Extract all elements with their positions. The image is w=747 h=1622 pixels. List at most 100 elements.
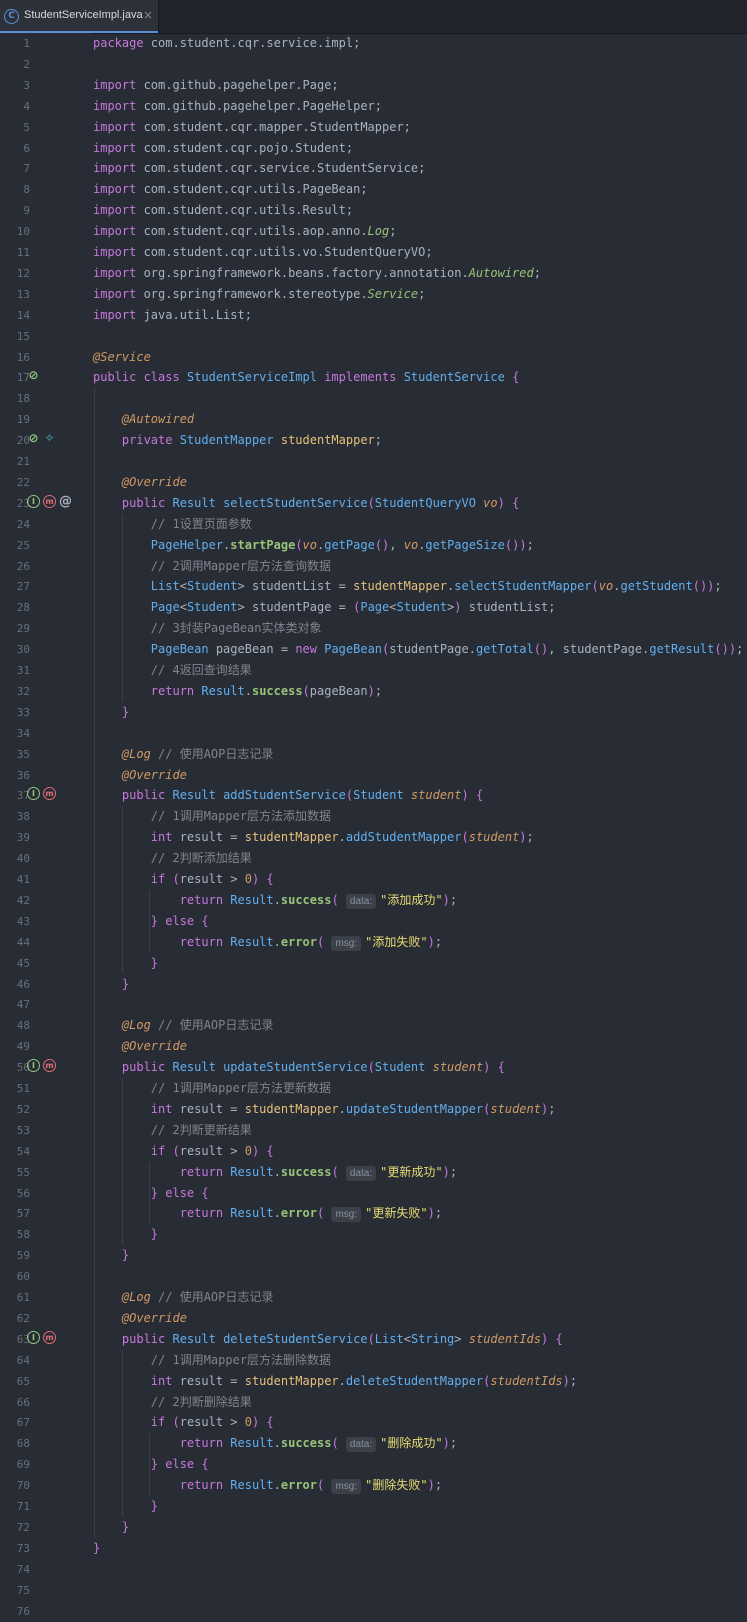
code-line[interactable]: 1 package com.student.cqr.service.impl;: [0, 33, 747, 54]
code-line[interactable]: 75: [0, 1580, 747, 1601]
code-line[interactable]: 16 @Service: [0, 347, 747, 368]
line-number: 14: [16, 308, 30, 322]
code-line[interactable]: 17 ⊘ public class StudentServiceImpl imple…: [0, 367, 747, 388]
code-token: String: [410, 1331, 455, 1346]
code-line[interactable]: 23 Im @ public Result selectStudentService…: [0, 493, 747, 514]
code-line[interactable]: 67 if (result > 0) {: [0, 1412, 747, 1433]
code-line[interactable]: 32 return Result.success(pageBean);: [0, 681, 747, 702]
code-line[interactable]: 22 @Override: [0, 472, 747, 493]
code-line[interactable]: 54 if (result > 0) {: [0, 1141, 747, 1162]
close-icon[interactable]: ×: [143, 8, 153, 22]
code-line[interactable]: 45 }: [0, 953, 747, 974]
code-line[interactable]: 33 }: [0, 702, 747, 723]
code-line[interactable]: 24 // 1设置页面参数: [0, 514, 747, 535]
code-line[interactable]: 60: [0, 1266, 747, 1287]
code-line[interactable]: 18: [0, 388, 747, 409]
code-line[interactable]: 10 import com.student.cqr.utils.aop.anno.…: [0, 221, 747, 242]
code-line[interactable]: 14 import java.util.List;: [0, 305, 747, 326]
code-line[interactable]: 50 Im public Result updateStudentService(…: [0, 1057, 747, 1078]
code-line[interactable]: 56 } else {: [0, 1183, 747, 1204]
code-line[interactable]: 15: [0, 326, 747, 347]
code-line[interactable]: 38 // 1调用Mapper层方法添加数据: [0, 806, 747, 827]
code-line[interactable]: 68 return Result.success( data: "删除成功");: [0, 1433, 747, 1454]
implements-icon[interactable]: I: [27, 787, 40, 801]
code-line[interactable]: 2: [0, 54, 747, 75]
code-line[interactable]: 7 import com.student.cqr.service.StudentS…: [0, 158, 747, 179]
code-line[interactable]: 27 List<Student> studentList = studentMa…: [0, 576, 747, 597]
code-line[interactable]: 53 // 2判断更新结果: [0, 1120, 747, 1141]
code-line[interactable]: 61 @Log // 使用AOP日志记录: [0, 1287, 747, 1308]
code-line[interactable]: 42 return Result.success( data: "添加成功");: [0, 890, 747, 911]
code-line[interactable]: 47: [0, 994, 747, 1015]
code-line[interactable]: 3 import com.github.pagehelper.Page;: [0, 75, 747, 96]
code-line[interactable]: 9 import com.student.cqr.utils.Result;: [0, 200, 747, 221]
code-line[interactable]: 58 }: [0, 1224, 747, 1245]
code-line[interactable]: 6 import com.student.cqr.pojo.Student;: [0, 138, 747, 159]
code-editor[interactable]: 1 package com.student.cqr.service.impl; 2 3…: [0, 33, 747, 1622]
code-line[interactable]: 12 import org.springframework.beans.facto…: [0, 263, 747, 284]
code-line[interactable]: 35 @Log // 使用AOP日志记录: [0, 744, 747, 765]
code-token: org.springframework.beans.factory.annota…: [143, 265, 469, 280]
code-line[interactable]: 41 if (result > 0) {: [0, 869, 747, 890]
code-token: .: [273, 892, 281, 907]
override-icon[interactable]: m: [43, 1059, 56, 1073]
code-line[interactable]: 59 }: [0, 1245, 747, 1266]
override-icon[interactable]: m: [43, 787, 56, 801]
code-line[interactable]: 48 @Log // 使用AOP日志记录: [0, 1015, 747, 1036]
code-token: getPage: [324, 537, 375, 552]
code-line[interactable]: 25 PageHelper.startPage(vo.getPage(), vo…: [0, 535, 747, 556]
code-line[interactable]: 74: [0, 1559, 747, 1580]
code-line[interactable]: 40 // 2判断添加结果: [0, 848, 747, 869]
code-line[interactable]: 57 return Result.error( msg: "更新失败");: [0, 1203, 747, 1224]
code-line[interactable]: 11 import com.student.cqr.utils.vo.Studen…: [0, 242, 747, 263]
bird-icon[interactable]: ✧: [43, 432, 56, 445]
code-line[interactable]: 65 int result = studentMapper.deleteStud…: [0, 1371, 747, 1392]
line-number: 70: [16, 1479, 30, 1493]
file-tab[interactable]: C StudentServiceImpl.java ×: [0, 0, 159, 33]
code-line[interactable]: 21: [0, 451, 747, 472]
code-line[interactable]: 70 return Result.error( msg: "删除失败");: [0, 1475, 747, 1496]
code-line[interactable]: 72 }: [0, 1517, 747, 1538]
code-line[interactable]: 69 } else {: [0, 1454, 747, 1475]
code-line[interactable]: 55 return Result.success( data: "更新成功");: [0, 1162, 747, 1183]
code-line[interactable]: 39 int result = studentMapper.addStudent…: [0, 827, 747, 848]
code-line[interactable]: 28 Page<Student> studentPage = (Page<Stu…: [0, 597, 747, 618]
code-line[interactable]: 52 int result = studentMapper.updateStud…: [0, 1099, 747, 1120]
code-line[interactable]: 5 import com.student.cqr.mapper.StudentMa…: [0, 117, 747, 138]
code-line[interactable]: 20 ⊘ ✧ private StudentMapper studentMapper…: [0, 430, 747, 451]
code-line[interactable]: 63 Im public Result deleteStudentService(…: [0, 1329, 747, 1350]
code-line[interactable]: 73}: [0, 1538, 747, 1559]
code-line[interactable]: 34: [0, 723, 747, 744]
bean-icon[interactable]: ⊘: [27, 369, 40, 382]
code-line[interactable]: 66 // 2判断删除结果: [0, 1392, 747, 1413]
code-line[interactable]: 37 Im public Result addStudentService(Stu…: [0, 785, 747, 806]
code-line[interactable]: 71 }: [0, 1496, 747, 1517]
code-text: import com.github.pagehelper.PageHelper;: [93, 96, 382, 117]
code-line[interactable]: 36 @Override: [0, 765, 747, 786]
code-line[interactable]: 76: [0, 1601, 747, 1622]
code-line[interactable]: 62 @Override: [0, 1308, 747, 1329]
code-line[interactable]: 8 import com.student.cqr.utils.PageBean;: [0, 179, 747, 200]
code-line[interactable]: 4 import com.github.pagehelper.PageHelper…: [0, 96, 747, 117]
code-line[interactable]: 19 @Autowired: [0, 409, 747, 430]
code-token: com.student.cqr.utils.aop.anno.: [143, 224, 368, 239]
code-line[interactable]: 44 return Result.error( msg: "添加失败");: [0, 932, 747, 953]
code-line[interactable]: 26 // 2调用Mapper层方法查询数据: [0, 556, 747, 577]
at-icon[interactable]: @: [59, 495, 72, 508]
code-line[interactable]: 51 // 1调用Mapper层方法更新数据: [0, 1078, 747, 1099]
code-line[interactable]: 30 PageBean pageBean = new PageBean(stud…: [0, 639, 747, 660]
code-line[interactable]: 31 // 4返回查询结果: [0, 660, 747, 681]
code-line[interactable]: 29 // 3封装PageBean实体类对象: [0, 618, 747, 639]
override-icon[interactable]: m: [43, 1330, 56, 1344]
implements-icon[interactable]: I: [27, 1330, 40, 1344]
code-line[interactable]: 43 } else {: [0, 911, 747, 932]
implements-icon[interactable]: I: [27, 494, 40, 508]
implements-icon[interactable]: I: [27, 1059, 40, 1073]
code-line[interactable]: 46 }: [0, 974, 747, 995]
code-line[interactable]: 64 // 1调用Mapper层方法删除数据: [0, 1350, 747, 1371]
code-text: // 1调用Mapper层方法删除数据: [93, 1350, 331, 1371]
bean-icon[interactable]: ⊘: [27, 432, 40, 445]
code-line[interactable]: 49 @Override: [0, 1036, 747, 1057]
override-icon[interactable]: m: [43, 494, 56, 508]
code-line[interactable]: 13 import org.springframework.stereotype.…: [0, 284, 747, 305]
